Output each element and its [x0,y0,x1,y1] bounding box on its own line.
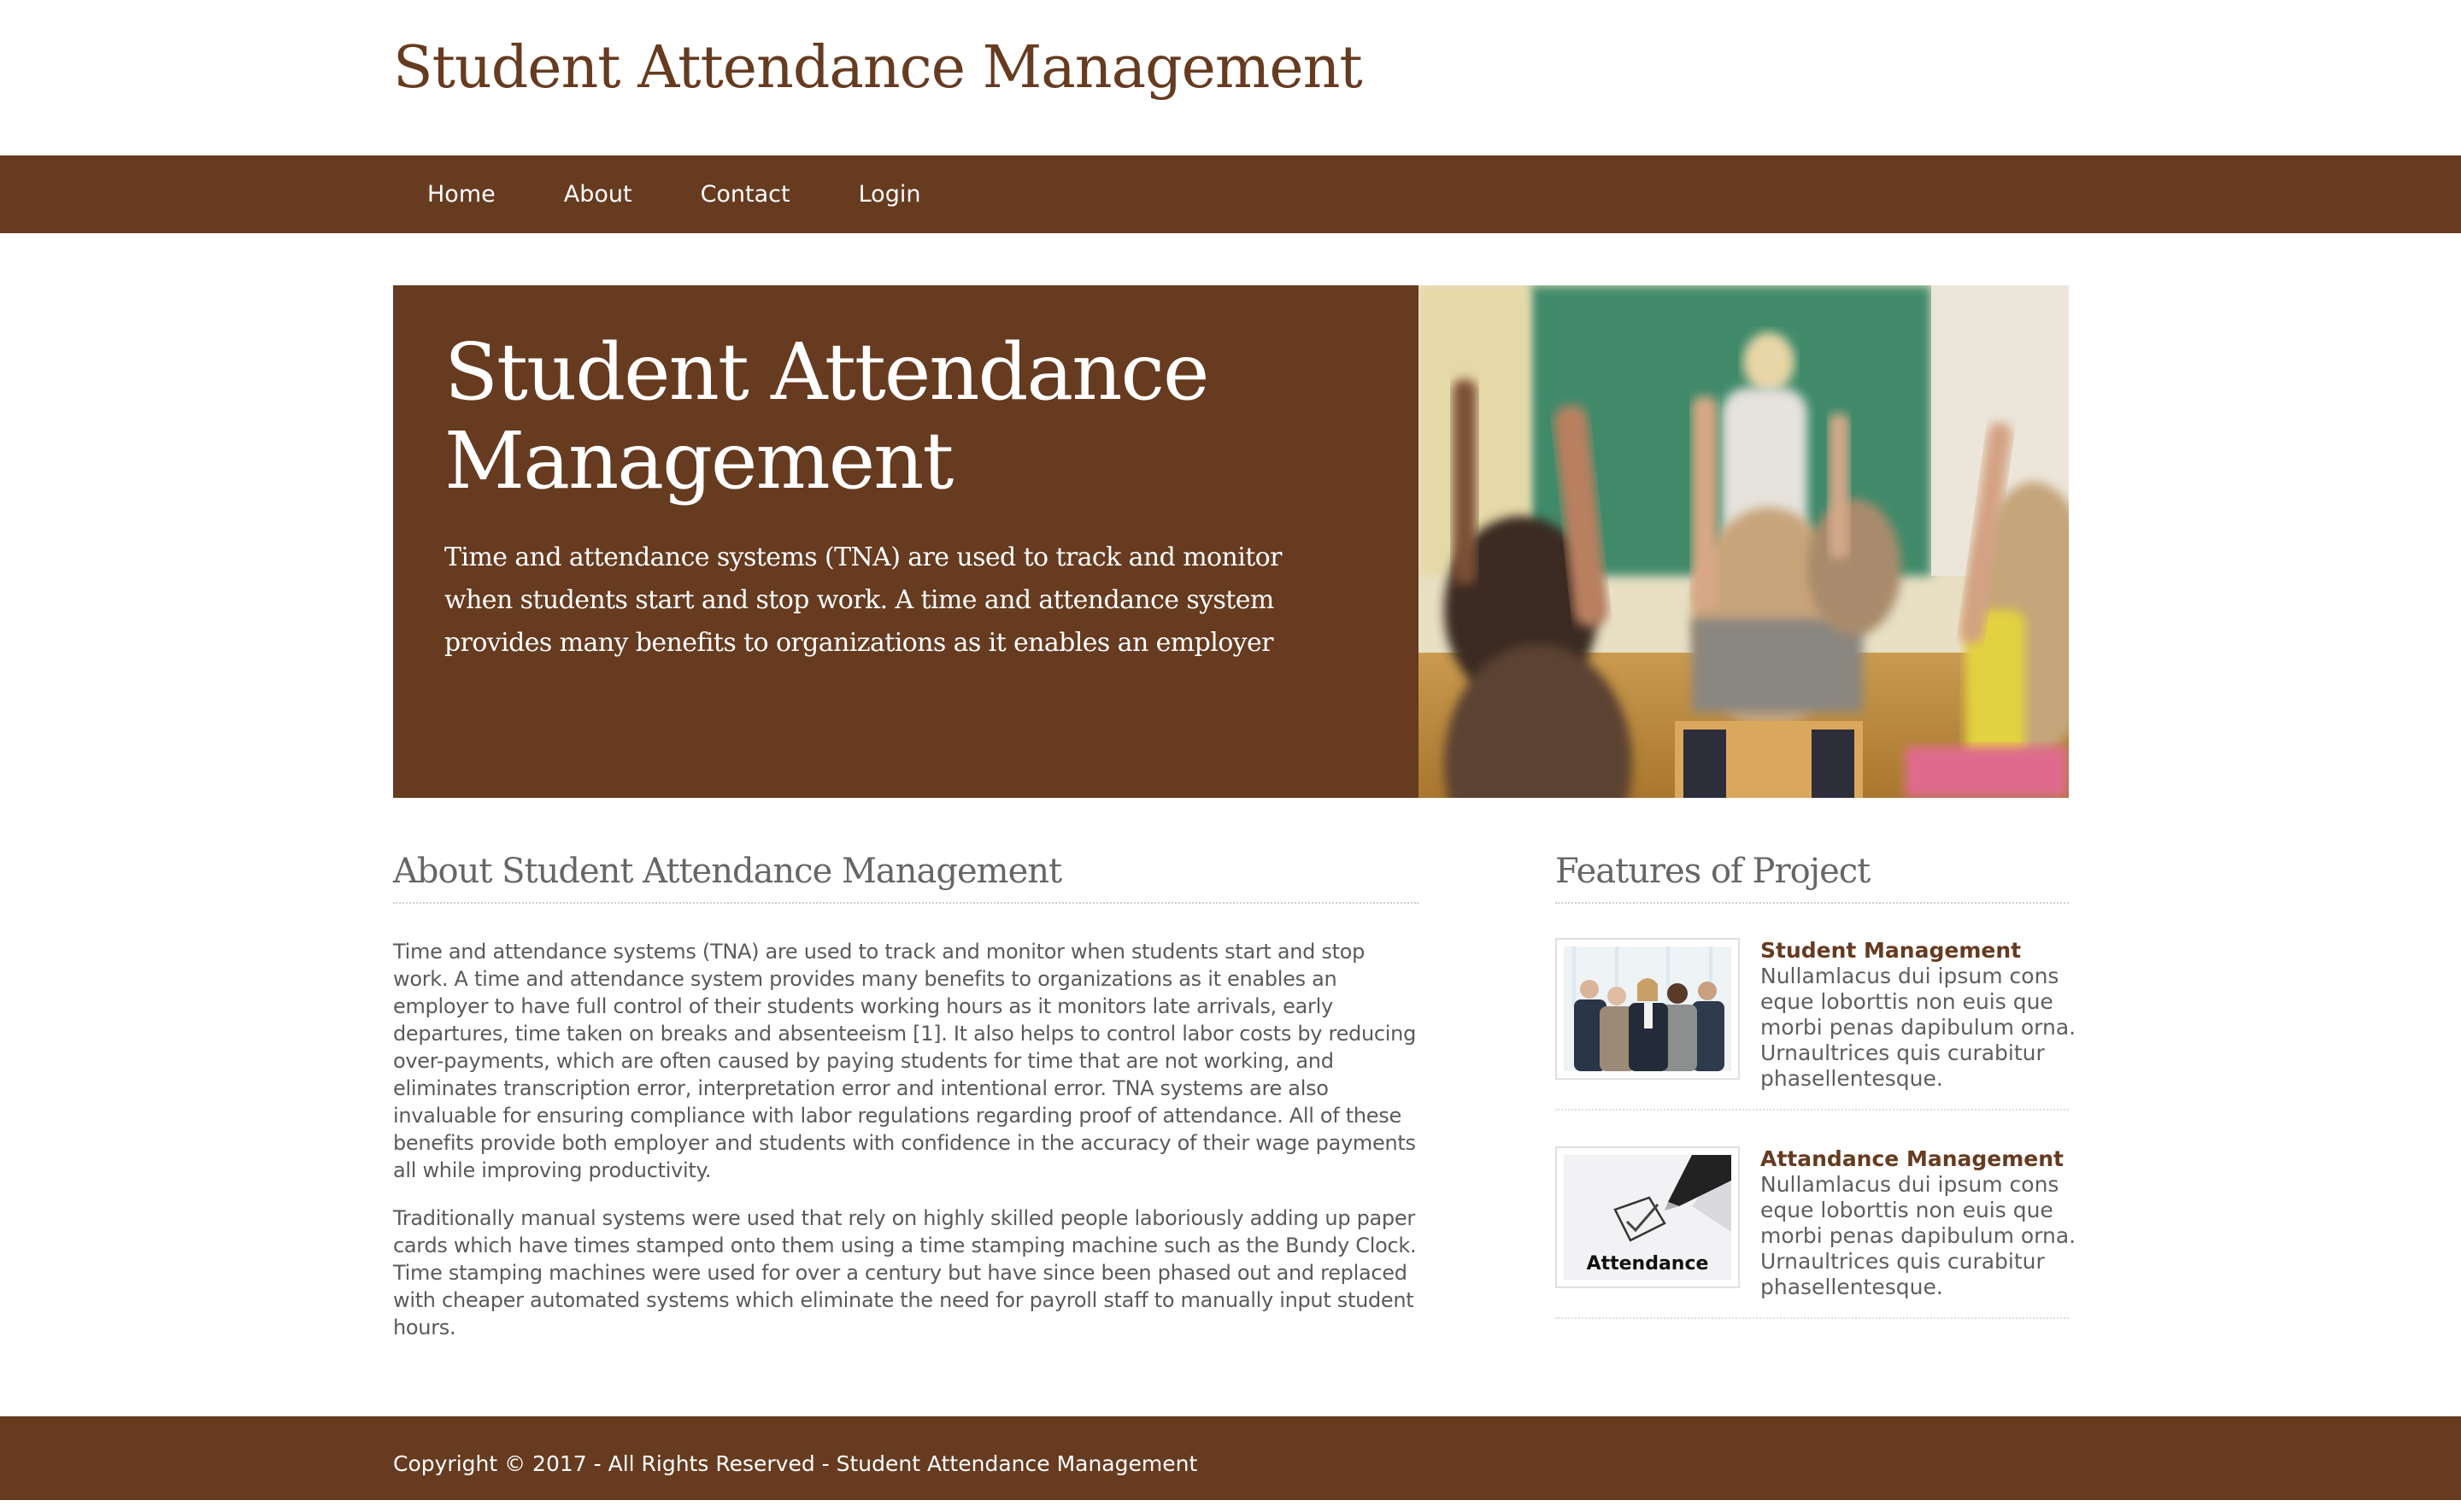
attendance-image-caption: Attendance [1587,1253,1709,1275]
nav-menu: Home About Contact Login [393,155,954,233]
hero-title: Student Attendance Management [444,326,1209,507]
feature-title-link[interactable]: Student Management [1760,938,2076,964]
feature-body: Attandance Management Nullamlacus dui ip… [1760,1146,2076,1300]
business-team-image [1564,946,1731,1071]
feature-thumbnail: Attendance [1555,1146,1740,1288]
features-heading: Features of Project [1555,846,2069,904]
nav-item-about[interactable]: About [530,155,667,233]
features-section: Features of Project Student Management N… [1555,846,2076,1319]
site-footer: Copyright © 2017 - All Rights Reserved -… [0,1416,2461,1500]
nav-item-home[interactable]: Home [393,155,530,233]
nav-item-contact[interactable]: Contact [667,155,825,233]
about-paragraph: Time and attendance systems (TNA) are us… [393,940,1416,1182]
feature-body: Student Management Nullamlacus dui ipsum… [1760,938,2076,1092]
feature-item-attendance-management: Attendance Attandance Management Nullaml… [1555,1146,2076,1319]
site-title: Student Attendance Management [393,34,1363,102]
copyright-text: Copyright © 2017 - All Rights Reserved -… [393,1451,1198,1476]
hero-text: Student Attendance Management Time and a… [444,328,1350,665]
about-paragraph: Traditionally manual systems were used t… [393,1206,1417,1339]
classroom-photo-illustration [1418,285,2069,798]
feature-thumbnail [1555,938,1740,1080]
feature-item-student-management: Student Management Nullamlacus dui ipsum… [1555,938,2076,1111]
attendance-checkbox-image: Attendance [1564,1155,1731,1280]
feature-title-link[interactable]: Attandance Management [1760,1146,2076,1172]
hero-description: Time and attendance systems (TNA) are us… [444,542,1282,658]
main-nav: Home About Contact Login [0,155,2461,233]
hero-classroom-image [1418,285,2069,798]
about-heading: About Student Attendance Management [393,846,1418,904]
nav-item-login[interactable]: Login [825,155,955,233]
about-section: About Student Attendance Management Time… [393,846,1418,1341]
feature-description: Nullamlacus dui ipsum cons eque lobortti… [1760,1172,2076,1299]
hero-banner: Student Attendance Management Time and a… [393,285,2069,798]
feature-description: Nullamlacus dui ipsum cons eque lobortti… [1760,964,2076,1091]
